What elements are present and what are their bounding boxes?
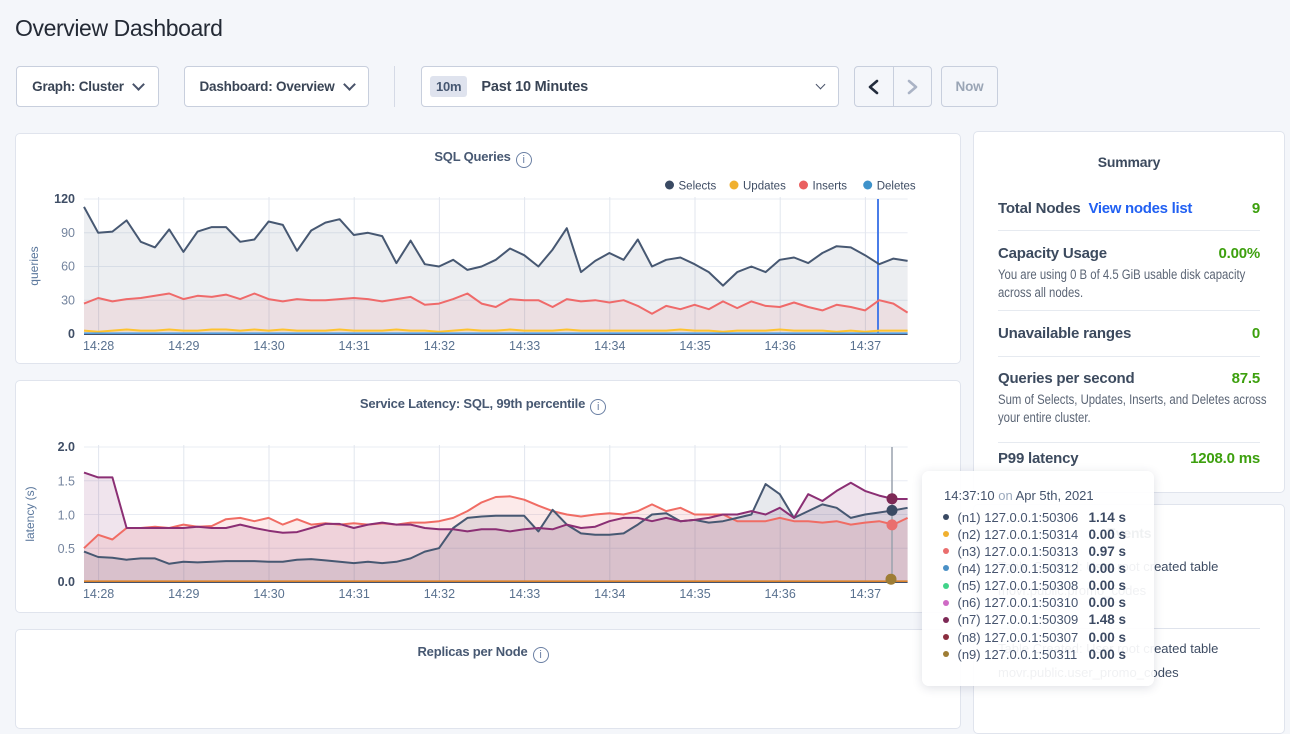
svg-text:Selects: Selects: [679, 181, 717, 193]
svg-text:Updates: Updates: [743, 181, 786, 193]
svg-text:queries: queries: [27, 246, 41, 285]
svg-text:2.0: 2.0: [58, 440, 75, 454]
svg-text:0: 0: [68, 327, 75, 341]
svg-text:14:32: 14:32: [424, 339, 455, 353]
svg-text:14:28: 14:28: [83, 587, 114, 601]
svg-text:14:37: 14:37: [850, 339, 881, 353]
svg-text:14:29: 14:29: [168, 339, 199, 353]
svg-text:14:33: 14:33: [509, 587, 540, 601]
svg-text:latency (s): latency (s): [23, 486, 37, 541]
svg-text:30: 30: [61, 293, 75, 307]
svg-text:Deletes: Deletes: [877, 181, 916, 193]
svg-text:1.5: 1.5: [58, 474, 75, 488]
svg-text:14:31: 14:31: [339, 587, 370, 601]
svg-text:120: 120: [54, 192, 75, 206]
svg-text:90: 90: [61, 226, 75, 240]
svg-text:0.0: 0.0: [58, 575, 75, 589]
svg-text:Inserts: Inserts: [813, 181, 848, 193]
svg-text:60: 60: [61, 260, 75, 274]
svg-text:14:35: 14:35: [679, 587, 710, 601]
svg-text:14:33: 14:33: [509, 339, 540, 353]
svg-text:1.0: 1.0: [58, 509, 75, 523]
svg-text:14:31: 14:31: [339, 339, 370, 353]
svg-text:14:30: 14:30: [253, 339, 284, 353]
svg-text:14:29: 14:29: [168, 587, 199, 601]
svg-text:14:28: 14:28: [83, 339, 114, 353]
svg-text:14:36: 14:36: [765, 587, 796, 601]
svg-text:14:34: 14:34: [594, 339, 625, 353]
svg-text:0.5: 0.5: [58, 542, 75, 556]
svg-text:14:37: 14:37: [850, 587, 881, 601]
svg-text:14:35: 14:35: [679, 339, 710, 353]
svg-text:14:30: 14:30: [253, 587, 284, 601]
svg-text:14:34: 14:34: [594, 587, 625, 601]
svg-text:14:32: 14:32: [424, 587, 455, 601]
svg-text:14:36: 14:36: [765, 339, 796, 353]
